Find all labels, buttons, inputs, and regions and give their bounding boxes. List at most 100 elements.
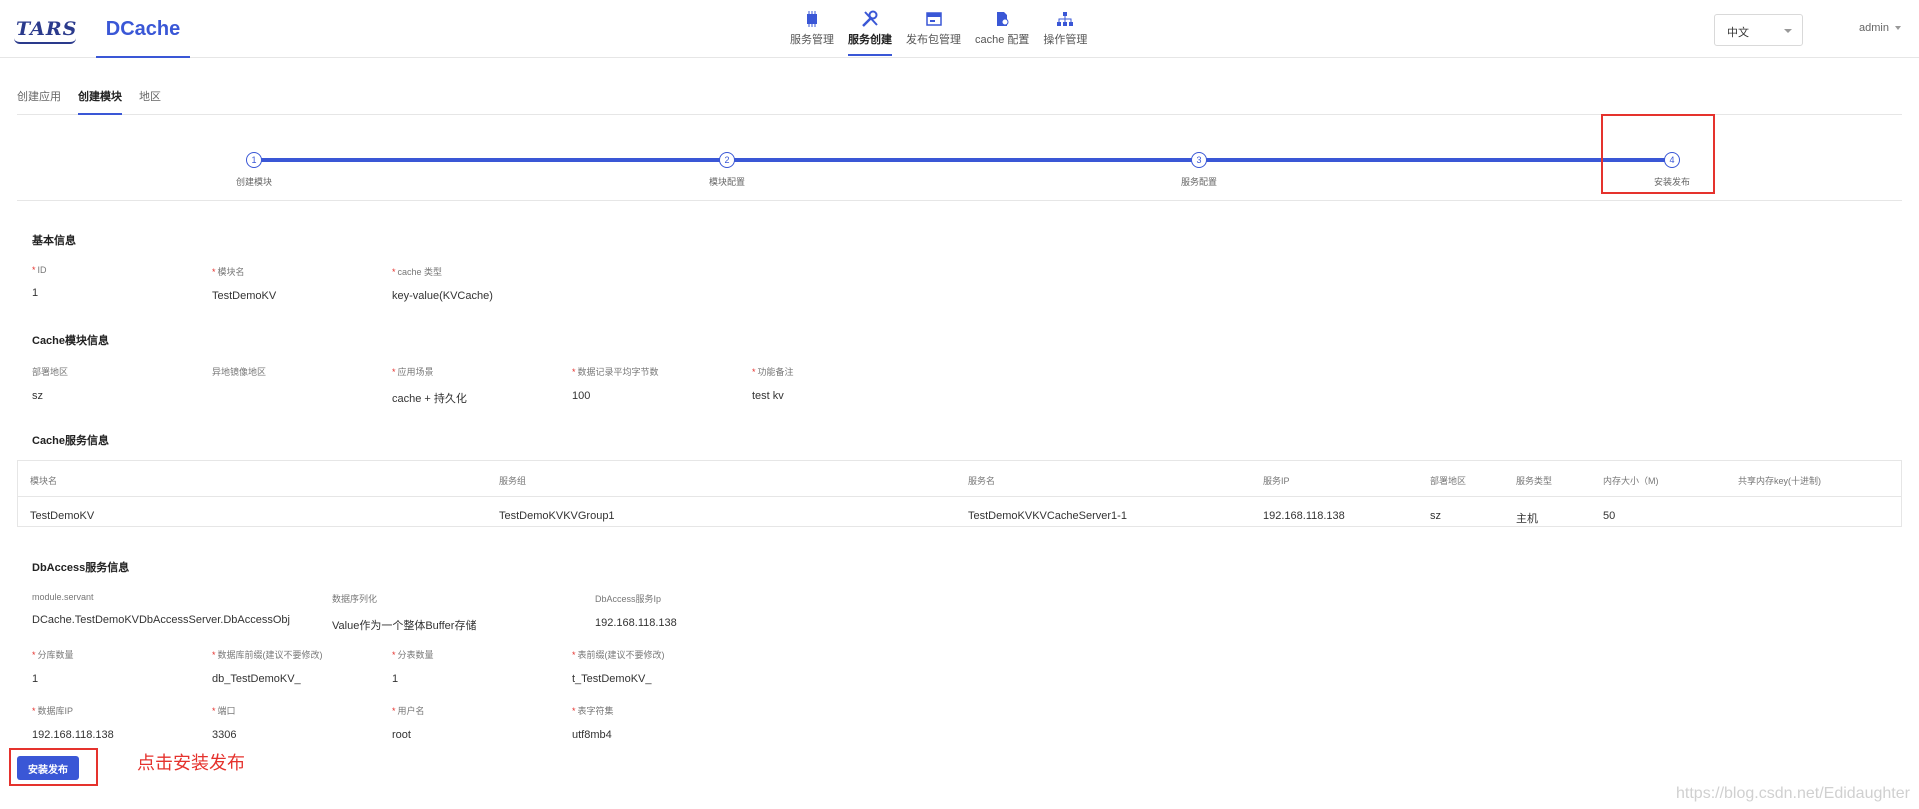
field-label: * 数据库IP <box>32 706 74 716</box>
field-value: utf8mb4 <box>572 729 612 741</box>
field-value: 1 <box>32 673 39 685</box>
field-label: module.servant <box>32 592 94 602</box>
chevron-down-icon <box>1784 29 1792 33</box>
section-basic-info-title: 基本信息 <box>32 235 76 247</box>
tab-region[interactable]: 地区 <box>139 88 161 115</box>
nav-label: cache 配置 <box>975 34 1030 46</box>
field-label: * 表字符集 <box>572 706 614 716</box>
field-table-prefix: * 表前缀(建议不要修改) t_TestDemoKV_ <box>572 648 665 685</box>
cache-service-table: 模块名 服务组 服务名 服务IP 部署地区 服务类型 内存大小（M) 共享内存k… <box>17 460 1902 527</box>
step-2-circle: 2 <box>719 152 735 168</box>
table-cell: 50 <box>1603 510 1616 522</box>
username: admin <box>1859 22 1889 34</box>
field-label: * 应用场景 <box>392 367 434 377</box>
nav-label: 服务管理 <box>790 34 834 46</box>
field-label: * 用户名 <box>392 706 425 716</box>
table-cell: 192.168.118.138 <box>1263 510 1345 522</box>
column-header: 模块名 <box>30 476 58 486</box>
field-dbaccess-ip: DbAccess服务Ip 192.168.118.138 <box>595 592 677 629</box>
field-charset: * 表字符集 utf8mb4 <box>572 704 614 741</box>
nav-service-management[interactable]: 服务管理 <box>790 6 834 56</box>
dcache-logo-text: DCache <box>105 18 181 40</box>
sub-tabs: 创建应用 创建模块 地区 <box>17 88 1902 115</box>
field-label: * 分表数量 <box>392 650 434 660</box>
hierarchy-icon <box>1056 10 1074 28</box>
field-label: 数据序列化 <box>332 594 378 604</box>
annotation-text: 点击安装发布 <box>137 753 245 773</box>
tab-create-module[interactable]: 创建模块 <box>78 88 122 115</box>
field-value: db_TestDemoKV_ <box>212 673 301 685</box>
package-icon <box>925 10 943 28</box>
field-label: * 功能备注 <box>752 367 794 377</box>
step-3-circle: 3 <box>1191 152 1207 168</box>
tars-logo-text: TARS <box>16 18 78 40</box>
field-mirror-region: 异地镜像地区 <box>212 365 266 390</box>
field-username: * 用户名 root <box>392 704 425 741</box>
table-cell: TestDemoKVKVCacheServer1-1 <box>968 510 1127 522</box>
step-4-highlight-box <box>1601 114 1715 194</box>
field-value: key-value(KVCache) <box>392 290 493 302</box>
tab-create-app[interactable]: 创建应用 <box>17 88 61 115</box>
field-table-count: * 分表数量 1 <box>392 648 434 685</box>
step-3-label: 服务配置 <box>1180 177 1217 187</box>
language-select[interactable]: 中文 <box>1714 14 1803 46</box>
column-header: 服务组 <box>499 476 527 486</box>
step-1-label: 创建模块 <box>235 177 272 187</box>
nav-cache-config[interactable]: cache 配置 <box>975 6 1029 56</box>
field-label: * 模块名 <box>212 267 245 277</box>
field-serialization: 数据序列化 Value作为一个整体Buffer存储 <box>332 592 476 633</box>
nav-service-creation[interactable]: 服务创建 <box>848 6 892 56</box>
section-cache-module-title: Cache模块信息 <box>32 335 110 347</box>
field-value: TestDemoKV <box>212 290 277 302</box>
field-value: test kv <box>752 390 784 402</box>
field-label: * ID <box>32 265 47 275</box>
top-header: TARS DCache 服务管理 服务创建 发布包管理 cache 配置 操作管… <box>0 0 1919 58</box>
nav-label: 发布包管理 <box>906 34 961 46</box>
nav-label: 操作管理 <box>1043 34 1088 46</box>
field-id: * ID 1 <box>32 265 47 299</box>
user-menu[interactable]: admin <box>1859 22 1901 34</box>
table-cell: TestDemoKV <box>30 510 95 522</box>
tools-icon <box>861 10 879 28</box>
field-cache-type: * cache 类型 key-value(KVCache) <box>392 265 493 302</box>
field-value: 3306 <box>212 729 237 741</box>
nav-label: 服务创建 <box>848 34 892 46</box>
field-scenario: * 应用场景 cache + 持久化 <box>392 365 467 406</box>
field-label: 异地镜像地区 <box>212 367 267 377</box>
column-header: 共享内存key(十进制) <box>1738 476 1821 486</box>
field-label: * 分库数量 <box>32 650 74 660</box>
field-value: sz <box>32 390 43 402</box>
watermark: https://blog.csdn.net/Edidaughter <box>1676 785 1910 802</box>
main-nav: 服务管理 服务创建 发布包管理 cache 配置 操作管理 <box>790 6 1101 58</box>
language-value: 中文 <box>1727 27 1749 39</box>
tars-logo-swoosh <box>14 38 76 44</box>
column-header: 服务IP <box>1263 476 1290 486</box>
field-module-name: * 模块名 TestDemoKV <box>212 265 276 302</box>
nav-package-management[interactable]: 发布包管理 <box>906 6 961 56</box>
field-value: DCache.TestDemoKVDbAccessServer.DbAccess… <box>32 614 290 626</box>
field-avg-record-bytes: * 数据记录平均字节数 100 <box>572 365 659 402</box>
dcache-logo[interactable]: DCache <box>96 16 190 58</box>
field-label: * 端口 <box>212 706 236 716</box>
field-deploy-region: 部署地区 sz <box>32 365 68 402</box>
step-progress-line <box>254 158 1679 162</box>
nav-operation-management[interactable]: 操作管理 <box>1043 6 1087 56</box>
field-value: Value作为一个整体Buffer存储 <box>332 620 477 632</box>
field-db-count: * 分库数量 1 <box>32 648 74 685</box>
install-publish-button[interactable]: 安装发布 <box>17 756 79 780</box>
table-cell: TestDemoKVKVGroup1 <box>499 510 615 522</box>
field-label: * cache 类型 <box>392 267 443 277</box>
field-value: t_TestDemoKV_ <box>572 673 652 685</box>
config-file-icon <box>993 10 1011 28</box>
step-2-label: 模块配置 <box>708 177 745 187</box>
field-value: 100 <box>572 390 591 402</box>
column-header: 内存大小（M) <box>1603 476 1659 486</box>
field-label: 部署地区 <box>32 367 69 377</box>
field-module-servant: module.servant DCache.TestDemoKVDbAccess… <box>32 592 290 626</box>
tars-logo[interactable]: TARS <box>14 18 78 44</box>
chip-icon <box>803 10 821 28</box>
field-value: 1 <box>32 287 39 299</box>
field-value: root <box>392 729 411 741</box>
field-value: 192.168.118.138 <box>32 729 114 741</box>
field-label: DbAccess服务Ip <box>595 594 662 604</box>
